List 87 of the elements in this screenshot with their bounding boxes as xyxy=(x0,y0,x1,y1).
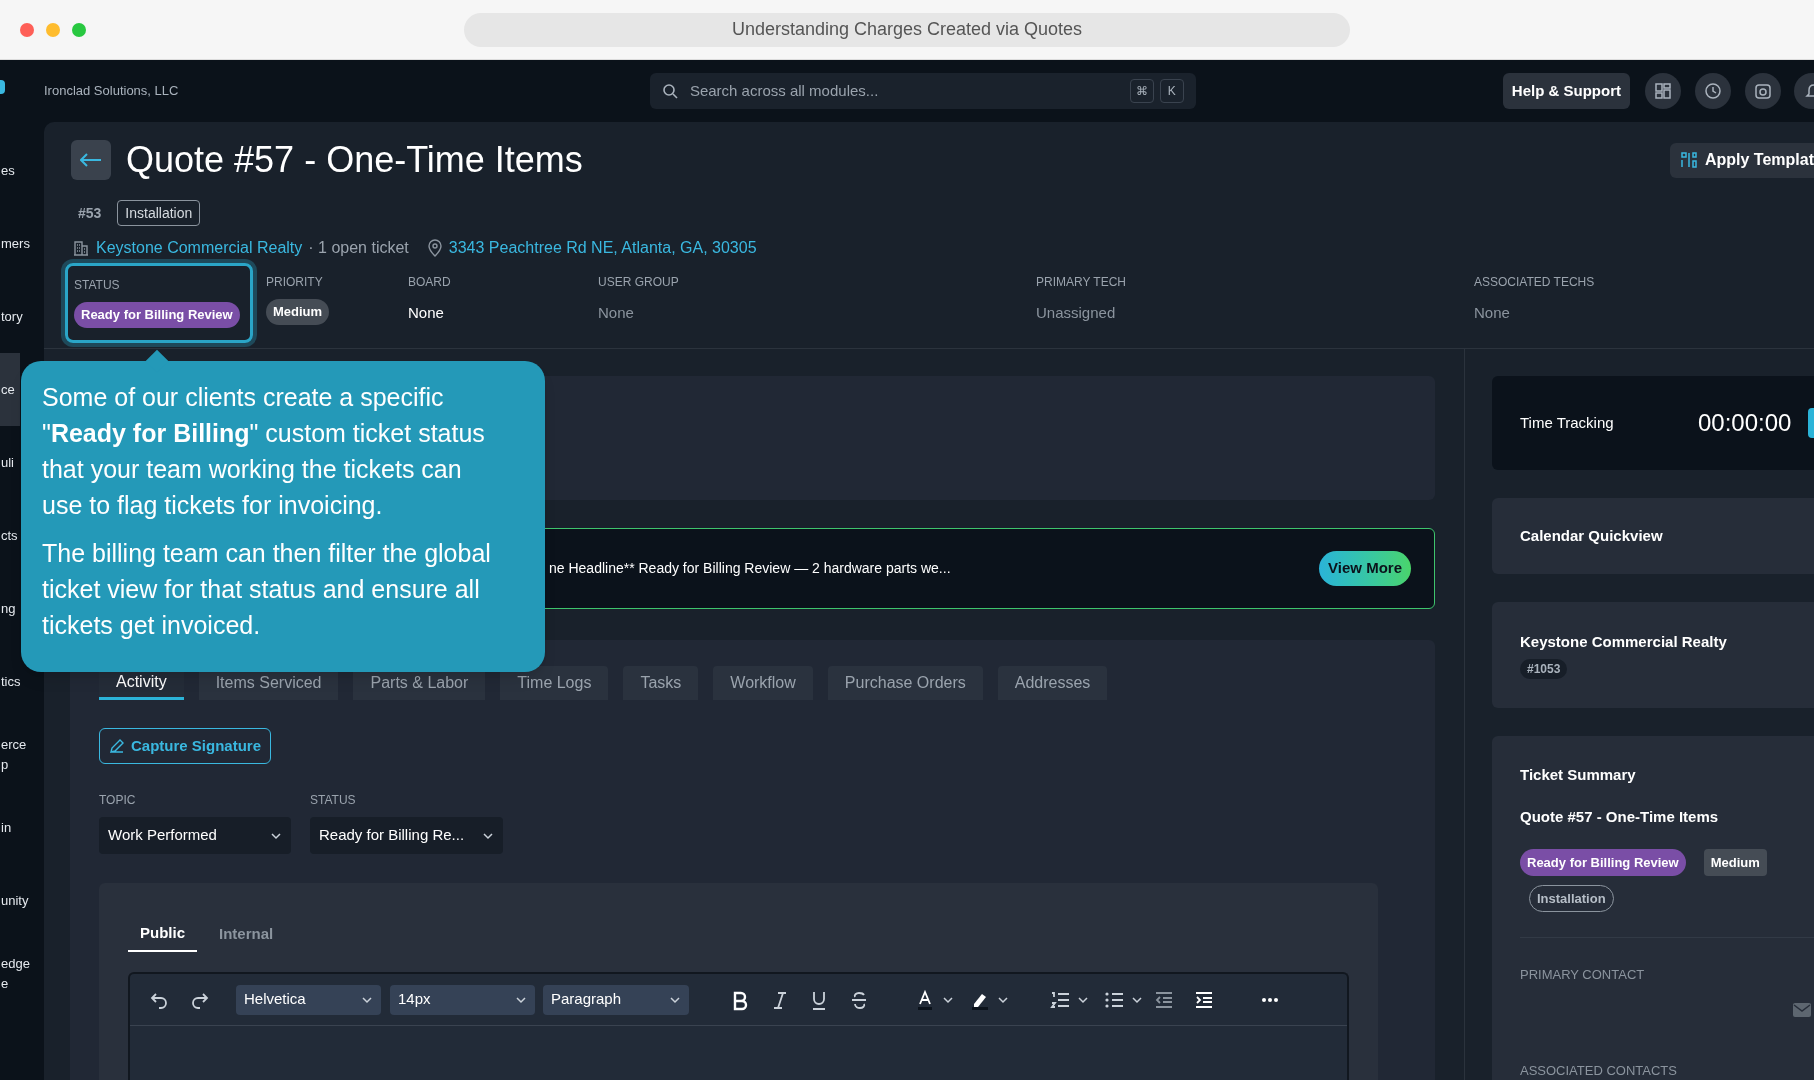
mail-icon[interactable] xyxy=(1793,1002,1811,1017)
dropdown[interactable]: Work Performed xyxy=(99,817,291,854)
pencil-icon xyxy=(109,738,125,754)
tab[interactable]: Time Logs xyxy=(500,666,609,700)
search-icon xyxy=(661,83,678,99)
customer-number: #1053 xyxy=(1520,659,1568,680)
toolbar-dropdown[interactable]: 14px xyxy=(390,984,535,1015)
open-ticket-count: · 1 open ticket xyxy=(308,238,409,258)
dashboard-icon xyxy=(1653,81,1673,101)
priority-badge: Medium xyxy=(266,299,330,325)
window-control[interactable] xyxy=(20,23,34,37)
toolbar-dropdown[interactable]: Paragraph xyxy=(543,984,689,1015)
sidebar-item[interactable]: tory xyxy=(0,280,23,353)
sidebar-item[interactable]: tics xyxy=(0,645,21,718)
field-label: USER GROUP xyxy=(598,274,679,291)
sidebar-item[interactable]: edge e xyxy=(0,937,30,1010)
building-icon xyxy=(73,240,89,256)
sidebar-item[interactable]: es xyxy=(0,134,15,207)
status-badge: Ready for Billing Review xyxy=(1520,849,1686,876)
search-bar[interactable]: Search across all modules... ⌘ K xyxy=(649,73,1196,109)
start-timer-button[interactable] xyxy=(1808,408,1814,438)
tooltip-text: The billing team can then filter the global ticket view for that status and ensure all tickets get invoiced. xyxy=(42,538,492,641)
template-icon xyxy=(1678,150,1699,170)
back-button[interactable] xyxy=(71,140,111,180)
company-name: Ironclad Solutions, LLC xyxy=(44,82,180,101)
timer-icon xyxy=(1753,81,1773,101)
editor-tab[interactable]: Public xyxy=(128,916,197,952)
notifications-button[interactable] xyxy=(1794,73,1814,109)
tab[interactable]: Addresses xyxy=(997,666,1108,700)
sidebar-item[interactable]: cts xyxy=(0,499,18,572)
apply-template-button[interactable]: Apply Templat xyxy=(1669,142,1814,178)
history-button[interactable] xyxy=(1695,73,1731,109)
card-title: Keystone Commercial Realty xyxy=(1520,631,1728,652)
field-label: STATUS xyxy=(74,277,121,294)
ticket-title: Quote #57 - One-Time Items xyxy=(1520,806,1720,827)
help-button[interactable]: Help & Support xyxy=(1502,73,1630,109)
address-link[interactable]: 3343 Peachtree Rd NE, Atlanta, GA, 30305 xyxy=(448,236,757,260)
sidebar-item[interactable]: uli xyxy=(0,426,14,499)
key-hint: ⌘ xyxy=(1129,79,1154,103)
page-title: Quote #57 - One-Time Items xyxy=(126,138,584,182)
section-label: ASSOCIATED CONTACTS xyxy=(1520,1061,1678,1080)
logo-icon[interactable] xyxy=(0,80,5,94)
card-title: Ticket Summary xyxy=(1520,765,1637,785)
sidebar-item[interactable]: ng xyxy=(0,572,16,645)
sidebar-item[interactable]: unity xyxy=(0,864,29,937)
view-more-button[interactable]: View More xyxy=(1319,551,1411,586)
section-label: PRIMARY CONTACT xyxy=(1520,966,1646,984)
field-value: Unassigned xyxy=(1036,303,1117,323)
field-label: PRIORITY xyxy=(266,274,324,291)
card-label: Time Tracking xyxy=(1520,412,1615,433)
card-title: Calendar Quickview xyxy=(1520,525,1663,546)
sidebar-item[interactable]: in xyxy=(0,791,12,864)
priority-badge: Medium xyxy=(1703,849,1767,876)
field-label: PRIMARY TECH xyxy=(1036,274,1127,291)
field-label: ASSOCIATED TECHS xyxy=(1474,274,1595,291)
status-badge: Ready for Billing Review xyxy=(74,302,240,328)
sidebar-item[interactable]: erce p xyxy=(0,718,27,791)
field-label: STATUS xyxy=(310,792,357,809)
search-field[interactable]: Search across all modules... xyxy=(689,79,1124,103)
window-title: Understanding Charges Created via Quotes xyxy=(464,12,1350,47)
field-value: None xyxy=(1474,303,1511,323)
timer-display: 00:00:00 xyxy=(1698,407,1792,438)
dropdown[interactable]: Ready for Billing Re... xyxy=(310,817,503,854)
key-hint: K xyxy=(1159,79,1184,103)
tooltip-text: Some of our clients create a specific "Ready for Billing" custom ticket status that your team working the tickets can use to flag tickets for invoicing. xyxy=(42,382,486,521)
field-value: None xyxy=(408,303,445,323)
editor-tab[interactable]: Internal xyxy=(207,916,286,952)
tab[interactable]: Tasks xyxy=(623,666,699,700)
tag: Installation xyxy=(117,200,201,226)
ticket-number: #53 xyxy=(78,203,102,223)
toolbar-dropdown[interactable]: Helvetica xyxy=(236,984,381,1015)
sidebar-item[interactable]: mers xyxy=(0,207,30,280)
location-pin-icon xyxy=(427,239,442,257)
banner-text: ne Headline** Ready for Billing Review — 2 hardware parts we... xyxy=(549,559,952,578)
arrow-left-icon xyxy=(80,153,102,167)
dashboard-button[interactable] xyxy=(1645,73,1681,109)
capture-signature-button[interactable]: Capture Signature xyxy=(99,728,272,764)
sidebar-item[interactable]: ce xyxy=(0,353,20,426)
tab[interactable]: Purchase Orders xyxy=(827,666,983,700)
history-icon xyxy=(1703,81,1723,101)
customer-link[interactable]: Keystone Commercial Realty xyxy=(96,236,303,260)
field-label: TOPIC xyxy=(99,792,137,809)
timer-button[interactable] xyxy=(1745,73,1781,109)
tab[interactable]: Workflow xyxy=(713,666,813,700)
text-editor[interactable]: Helvetica 14px Paragraph xyxy=(128,972,1349,1080)
field-label: BOARD xyxy=(408,274,451,291)
field-value: None xyxy=(598,303,635,323)
